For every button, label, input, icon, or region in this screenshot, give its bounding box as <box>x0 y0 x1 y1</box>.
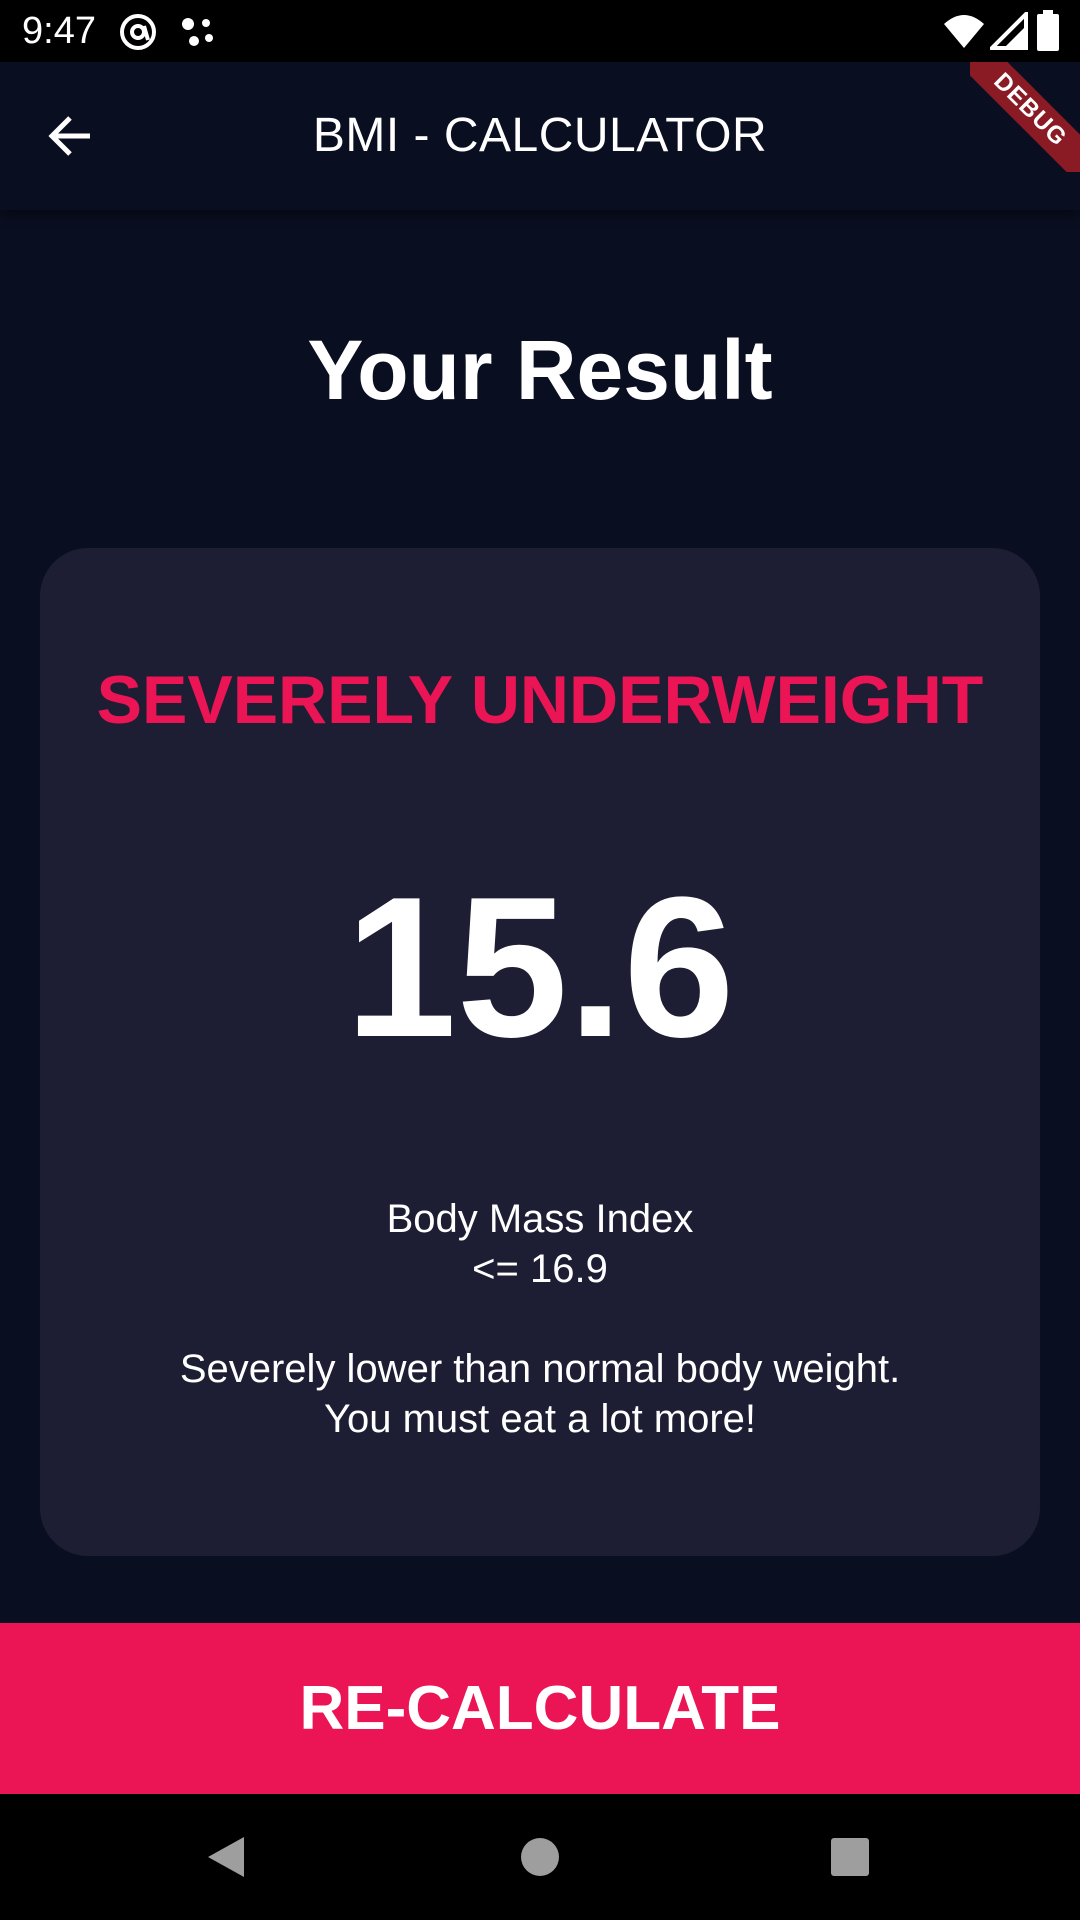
status-bar: 9:47 <box>0 0 1080 62</box>
back-triangle-icon <box>208 1837 244 1877</box>
app-title: BMI - CALCULATOR <box>312 109 768 162</box>
recents-square-icon <box>831 1838 869 1876</box>
back-button[interactable] <box>40 106 100 166</box>
nav-recents-button[interactable] <box>780 1794 920 1920</box>
bmi-range: <= 16.9 <box>472 1247 608 1291</box>
advice-line-1: Severely lower than normal body weight. <box>179 1347 901 1391</box>
result-heading: Your Result <box>307 323 773 417</box>
result-category: SEVERELY UNDERWEIGHT <box>96 662 984 738</box>
debug-banner-label: DEBUG <box>970 62 1080 172</box>
nav-back-button[interactable] <box>156 1794 296 1920</box>
bmi-value: 15.6 <box>345 856 735 1079</box>
app-bar: BMI - CALCULATOR <box>0 62 1080 210</box>
nav-home-button[interactable] <box>470 1794 610 1920</box>
wifi-icon <box>942 12 986 55</box>
recalculate-button[interactable]: RE-CALCULATE <box>0 1623 1080 1794</box>
status-time: 9:47 <box>22 10 96 52</box>
advice-line-2: You must eat a lot more! <box>323 1397 757 1441</box>
battery-icon <box>1036 10 1060 57</box>
navigation-bar <box>0 1794 1080 1920</box>
result-card: SEVERELY UNDERWEIGHT 15.6 Body Mass Inde… <box>40 548 1040 1556</box>
signal-icon <box>987 9 1028 55</box>
screen: 9:47 BMI - CALCULATOR DEBUG Your Result … <box>0 0 1080 1920</box>
at-sign-icon <box>118 12 158 57</box>
bmi-label: Body Mass Index <box>386 1197 694 1241</box>
home-circle-icon <box>521 1838 559 1876</box>
debug-banner: DEBUG <box>970 62 1080 172</box>
arrow-left-icon <box>48 116 90 156</box>
assistant-dots-icon <box>178 14 218 55</box>
